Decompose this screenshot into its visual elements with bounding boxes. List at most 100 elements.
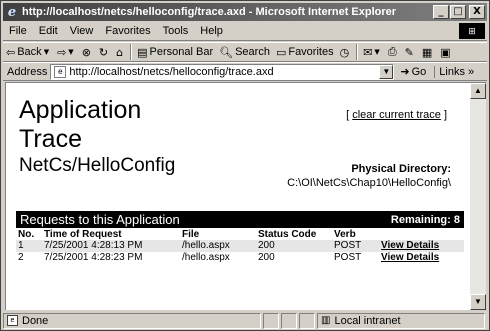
search-icon: 🔍︎ (219, 45, 234, 59)
personal-bar-label: Personal Bar (149, 46, 214, 58)
home-button[interactable]: ⌂ (113, 43, 128, 61)
clear-trace-link-wrapper: [ clear current trace ] (346, 109, 447, 121)
back-label: Back (17, 46, 42, 58)
chevron-down-icon: ▼ (43, 48, 50, 56)
physical-directory-value: C:\OI\NetCs\Chap10\HelloConfig\ (287, 177, 451, 189)
address-bar: Address e http://localhost/netcs/helloco… (3, 62, 487, 81)
discuss-button[interactable]: ▦ (419, 43, 437, 61)
zone-label: Local intranet (334, 314, 401, 327)
menu-tools[interactable]: Tools (157, 25, 195, 37)
requests-table: No. Time of Request File Status Code Ver… (16, 229, 464, 264)
cell-status: 200 (258, 252, 275, 263)
cell-status: 200 (256, 240, 332, 252)
status-text-cell: e Done (3, 312, 261, 329)
cell-details: View Details (379, 252, 464, 264)
status-extra-cell (299, 312, 315, 329)
view-details-link[interactable]: View Details (381, 252, 439, 263)
minimize-button[interactable]: _ (433, 5, 449, 19)
back-arrow-icon: ⇦ (6, 45, 16, 59)
col-header-actions (379, 229, 464, 240)
toolbar-separator (130, 44, 133, 60)
cell-no: 1 (16, 240, 42, 252)
requests-header: Requests to this Application Remaining: … (16, 211, 464, 228)
address-dropdown-button[interactable]: ▼ (379, 64, 394, 79)
status-progress-cell (263, 312, 279, 329)
stop-icon: ⊗ (81, 45, 91, 59)
security-zone-cell: ▥ Local intranet (317, 312, 485, 329)
go-button[interactable]: ➜ Go (400, 65, 426, 78)
favorites-label: Favorites (288, 46, 334, 58)
menu-help[interactable]: Help (194, 25, 229, 37)
refresh-button[interactable]: ↻ (96, 43, 113, 61)
address-value[interactable]: http://localhost/netcs/helloconfig/trace… (69, 66, 379, 78)
col-header-status: Status Code (258, 229, 317, 240)
cell-file: /hello.aspx (182, 252, 230, 263)
mail-button[interactable]: ✉ ▼ (360, 43, 385, 61)
intranet-zone-icon: ▥ (321, 315, 331, 326)
menu-bar: File Edit View Favorites Tools Help ⊞ (3, 22, 487, 41)
home-icon: ⌂ (116, 45, 124, 59)
messenger-button[interactable]: ▣ (437, 43, 455, 61)
vertical-scrollbar[interactable]: ▲ ▼ (470, 82, 486, 310)
go-arrow-icon: ➜ (400, 65, 410, 78)
close-button[interactable]: X (469, 5, 485, 19)
favorites-button[interactable]: ▭ Favorites (273, 43, 337, 61)
stop-button[interactable]: ⊗ (79, 43, 96, 61)
refresh-icon: ↻ (98, 45, 109, 59)
clear-current-trace-link[interactable]: clear current trace (352, 109, 441, 121)
maximize-button[interactable]: □ (450, 5, 466, 19)
menu-view[interactable]: View (64, 25, 100, 37)
page-done-icon: e (7, 315, 18, 326)
table-header-row: No. Time of Request File Status Code Ver… (16, 229, 464, 240)
mail-icon: ✉ (363, 45, 373, 59)
address-label: Address (7, 65, 48, 78)
requests-title: Requests to this Application (20, 212, 180, 227)
favorites-folder-icon: ▭ (275, 45, 287, 59)
forward-arrow-icon: ⇨ (57, 45, 67, 59)
scroll-up-button[interactable]: ▲ (470, 83, 486, 99)
print-icon: ⎙ (387, 45, 397, 58)
edit-icon: ✎ (404, 45, 414, 59)
cell-verb: POST (332, 240, 379, 252)
remaining-count: Remaining: 8 (390, 213, 460, 226)
print-button[interactable]: ⎙ (385, 43, 402, 61)
cell-no: 2 (18, 252, 24, 263)
table-row: 2 7/25/2001 4:28:23 PM /hello.aspx 200 P… (16, 252, 464, 264)
search-button[interactable]: 🔍︎ Search (216, 43, 273, 61)
back-button[interactable]: ⇦ Back ▼ (3, 43, 54, 61)
status-text: Done (22, 314, 49, 327)
messenger-icon: ▣ (440, 45, 451, 59)
chevron-down-icon: ▼ (68, 48, 74, 56)
table-row: 1 7/25/2001 4:28:13 PM /hello.aspx 200 P… (16, 240, 464, 252)
edit-button[interactable]: ✎ (402, 43, 419, 61)
menu-file[interactable]: File (3, 25, 33, 37)
cell-time: 7/25/2001 4:28:23 PM (44, 252, 143, 263)
cell-verb: POST (334, 252, 362, 263)
bracket-open: [ (346, 109, 350, 121)
view-details-link[interactable]: View Details (381, 240, 439, 251)
scroll-down-button[interactable]: ▼ (470, 294, 486, 310)
app-path-subtitle: NetCs/HelloConfig (19, 155, 176, 176)
search-label: Search (235, 46, 270, 58)
windows-logo-icon: ⊞ (459, 23, 485, 39)
col-header-verb: Verb (334, 229, 356, 240)
bracket-close: ] (443, 109, 447, 121)
history-button[interactable]: ◷ (337, 43, 355, 61)
col-header-time: Time of Request (44, 229, 122, 240)
address-input[interactable]: e http://localhost/netcs/helloconfig/tra… (50, 63, 395, 80)
col-header-file: File (182, 229, 200, 240)
links-button[interactable]: Links » (434, 65, 474, 78)
menu-edit[interactable]: Edit (33, 25, 64, 37)
title-bar: e http://localhost/netcs/helloconfig/tra… (3, 3, 487, 21)
personal-bar-button[interactable]: ▤ Personal Bar (134, 43, 216, 61)
links-label: Links (439, 65, 465, 78)
forward-button[interactable]: ⇨ ▼ (54, 43, 79, 61)
menu-favorites[interactable]: Favorites (99, 25, 156, 37)
cell-time: 7/25/2001 4:28:13 PM (42, 240, 180, 252)
toolbar-separator (356, 44, 359, 60)
page-icon: e (54, 65, 67, 78)
page-title-line2: Trace (19, 125, 82, 153)
page-title-line1: Application (19, 96, 142, 124)
status-bar: e Done ▥ Local intranet (3, 312, 487, 329)
cell-details: View Details (379, 240, 464, 252)
